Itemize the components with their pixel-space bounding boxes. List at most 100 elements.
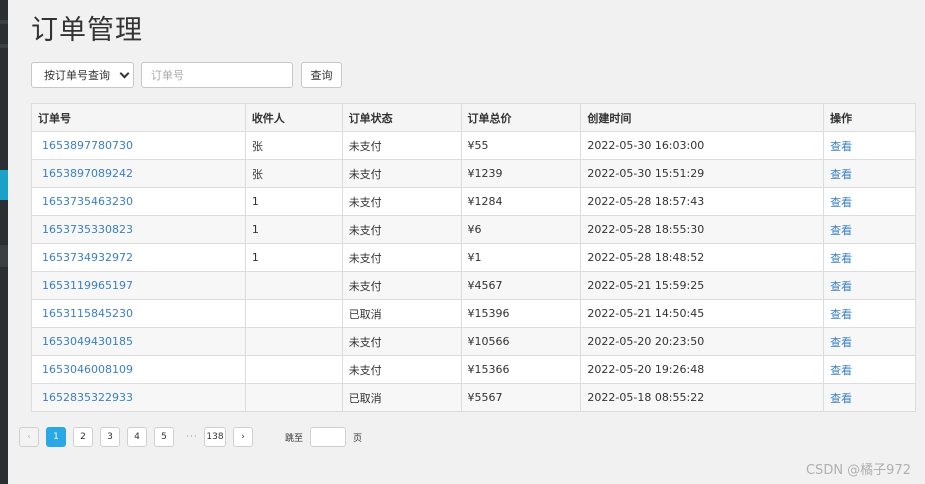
view-link[interactable]: 查看 — [823, 299, 916, 328]
order-id-link[interactable]: 1653735330823 — [31, 215, 246, 244]
column-header-recipient: 收件人 — [244, 103, 343, 132]
table-row: 1653115845230 已取消 ¥15396 2022-05-21 14:50:4… — [31, 299, 916, 328]
column-header-created: 创建时间 — [580, 103, 825, 132]
page-unit-label: 页 — [353, 433, 363, 444]
view-link[interactable]: 查看 — [823, 215, 916, 244]
order-number-input[interactable] — [141, 62, 293, 88]
column-header-action: 操作 — [823, 103, 916, 132]
order-id-link[interactable]: 1653735463230 — [31, 187, 246, 216]
orders-table: 订单号 收件人 订单状态 订单总价 创建时间 操作 1653897780730 张… — [31, 103, 916, 412]
status-cell: 未支付 — [341, 271, 462, 300]
recipient-cell — [244, 327, 343, 356]
view-link[interactable]: 查看 — [823, 187, 916, 216]
table-row: 1653735330823 1 未支付 ¥6 2022-05-28 18:55:30 查看 — [31, 215, 916, 244]
total-price-cell: ¥1284 — [460, 187, 582, 216]
page-button-3[interactable]: 3 — [100, 427, 120, 447]
jump-to-label: 跳至 — [285, 433, 304, 444]
total-price-cell: ¥10566 — [460, 327, 582, 356]
total-price-cell: ¥6 — [460, 215, 582, 244]
search-button[interactable]: 查询 — [301, 62, 342, 88]
created-time-cell: 2022-05-30 16:03:00 — [580, 131, 825, 160]
created-time-cell: 2022-05-28 18:55:30 — [580, 215, 825, 244]
total-price-cell: ¥1 — [460, 243, 582, 272]
pagination-ellipsis: ··· — [186, 432, 198, 442]
sidebar-edge — [0, 0, 8, 484]
status-cell: 未支付 — [341, 131, 462, 160]
view-link[interactable]: 查看 — [823, 131, 916, 160]
table-row: 1652835322933 已取消 ¥5567 2022-05-18 08:55:22… — [31, 383, 916, 412]
created-time-cell: 2022-05-28 18:57:43 — [580, 187, 825, 216]
table-row: 1653049430185 未支付 ¥10566 2022-05-20 20:23:5… — [31, 327, 916, 356]
search-mode-select[interactable]: 按订单号查询 — [31, 62, 134, 88]
view-link[interactable]: 查看 — [823, 243, 916, 272]
table-row: 1653897089242 张未支付 ¥1239 2022-05-30 15:51:2… — [31, 159, 916, 188]
created-time-cell: 2022-05-20 20:23:50 — [580, 327, 825, 356]
total-price-cell: ¥4567 — [460, 271, 582, 300]
total-price-cell: ¥5567 — [460, 383, 582, 412]
page-title: 订单管理 — [31, 15, 143, 46]
order-id-link[interactable]: 1653734932972 — [31, 243, 246, 272]
total-price-cell: ¥15366 — [460, 355, 582, 384]
order-id-link[interactable]: 1653049430185 — [31, 327, 246, 356]
status-cell: 已取消 — [341, 383, 462, 412]
sidebar-active-indicator[interactable] — [0, 170, 8, 200]
sidebar-divider — [0, 20, 8, 24]
pagination: ‹ 1 2 3 4 5 ··· 138 › 跳至 页 — [19, 427, 362, 447]
watermark: CSDN @橘子972 — [805, 463, 911, 478]
prev-page-button[interactable]: ‹ — [19, 427, 39, 447]
recipient-cell: 1 — [244, 243, 343, 272]
view-link[interactable]: 查看 — [823, 355, 916, 384]
sidebar-divider — [0, 245, 8, 267]
total-price-cell: ¥15396 — [460, 299, 582, 328]
status-cell: 未支付 — [341, 159, 462, 188]
order-id-link[interactable]: 1653046008109 — [31, 355, 246, 384]
search-bar: 按订单号查询 查询 — [31, 62, 342, 88]
table-row: 1653735463230 1 未支付 ¥1284 2022-05-28 18:57:4… — [31, 187, 916, 216]
view-link[interactable]: 查看 — [823, 271, 916, 300]
sidebar-divider — [0, 44, 8, 48]
table-header-row: 订单号 收件人 订单状态 订单总价 创建时间 操作 — [31, 103, 916, 132]
search-mode-label: 按订单号查询 — [44, 69, 110, 82]
recipient-cell: 张 — [244, 159, 343, 188]
chevron-down-icon — [119, 68, 130, 78]
table-row: 1653046008109 未支付 ¥15366 2022-05-20 19:26:4… — [31, 355, 916, 384]
view-link[interactable]: 查看 — [823, 383, 916, 412]
page-button-5[interactable]: 5 — [154, 427, 174, 447]
order-id-link[interactable]: 1653897780730 — [31, 131, 246, 160]
recipient-cell — [244, 355, 343, 384]
recipient-cell: 1 — [244, 215, 343, 244]
order-id-link[interactable]: 1653119965197 — [31, 271, 246, 300]
view-link[interactable]: 查看 — [823, 159, 916, 188]
view-link[interactable]: 查看 — [823, 327, 916, 356]
jump-page-input[interactable] — [310, 427, 347, 447]
created-time-cell: 2022-05-20 19:26:48 — [580, 355, 825, 384]
created-time-cell: 2022-05-21 15:59:25 — [580, 271, 825, 300]
order-id-link[interactable]: 1652835322933 — [31, 383, 246, 412]
column-header-status: 订单状态 — [341, 103, 462, 132]
created-time-cell: 2022-05-18 08:55:22 — [580, 383, 825, 412]
status-cell: 未支付 — [341, 215, 462, 244]
table-row: 1653119965197 未支付 ¥4567 2022-05-21 15:59:25… — [31, 271, 916, 300]
recipient-cell: 1 — [244, 187, 343, 216]
table-row: 1653734932972 1 未支付 ¥1 2022-05-28 18:48:52 查看 — [31, 243, 916, 272]
status-cell: 已取消 — [341, 299, 462, 328]
page-button-last[interactable]: 138 — [204, 427, 226, 447]
page-button-2[interactable]: 2 — [73, 427, 93, 447]
page-button-4[interactable]: 4 — [127, 427, 147, 447]
page-button-1[interactable]: 1 — [46, 427, 66, 447]
status-cell: 未支付 — [341, 327, 462, 356]
status-cell: 未支付 — [341, 355, 462, 384]
created-time-cell: 2022-05-30 15:51:29 — [580, 159, 825, 188]
recipient-cell — [244, 271, 343, 300]
order-id-link[interactable]: 1653897089242 — [31, 159, 246, 188]
order-id-link[interactable]: 1653115845230 — [31, 299, 246, 328]
created-time-cell: 2022-05-21 14:50:45 — [580, 299, 825, 328]
next-page-button[interactable]: › — [233, 427, 253, 447]
recipient-cell — [244, 299, 343, 328]
status-cell: 未支付 — [341, 243, 462, 272]
recipient-cell: 张 — [244, 131, 343, 160]
column-header-order-id: 订单号 — [31, 103, 246, 132]
recipient-cell — [244, 383, 343, 412]
column-header-total: 订单总价 — [460, 103, 582, 132]
created-time-cell: 2022-05-28 18:48:52 — [580, 243, 825, 272]
